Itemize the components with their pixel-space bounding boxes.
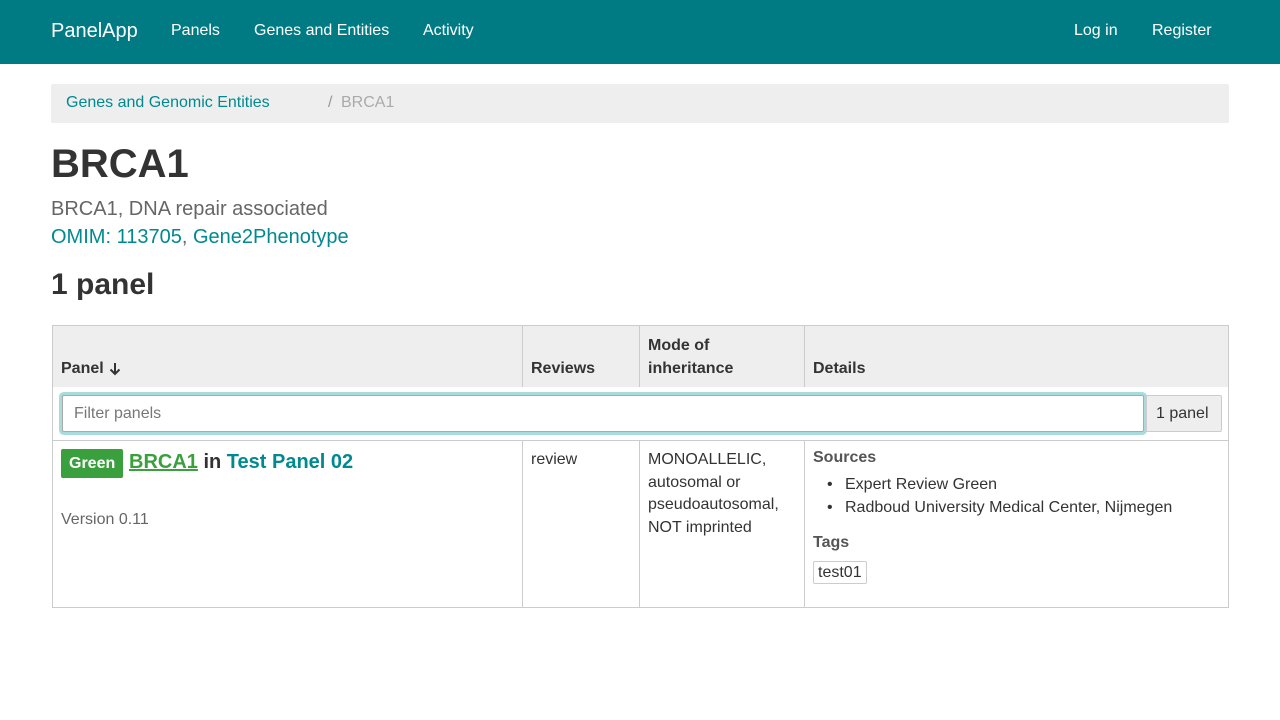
source-item: Radboud University Medical Center, Nijme… bbox=[813, 497, 1172, 520]
omim-label: OMIM bbox=[51, 226, 106, 248]
link-separator: , bbox=[181, 226, 193, 248]
gene-entry-link[interactable]: BRCA1 bbox=[129, 451, 198, 473]
mode-of-inheritance-text: MONOALLELIC, autosomal or pseudoautosoma… bbox=[648, 449, 798, 539]
register-link[interactable]: Register bbox=[1152, 22, 1212, 40]
rating-badge: Green bbox=[61, 449, 124, 478]
table-cell-details: Sources Expert Review Green Radboud Univ… bbox=[804, 440, 1229, 608]
panel-version: Version 0.11 bbox=[61, 511, 149, 528]
table-cell-panel: Green BRCA1 in Test Panel 02 Version 0.1… bbox=[52, 440, 523, 608]
table-cell-moi: MONOALLELIC, autosomal or pseudoautosoma… bbox=[639, 440, 805, 608]
panels-table: Panel Reviews Mode of inheritance Detail… bbox=[52, 325, 1229, 608]
breadcrumb-genes-link[interactable]: Genes and Genomic Entities bbox=[66, 94, 270, 112]
page-title: BRCA1 bbox=[51, 142, 189, 186]
sources-list: Expert Review Green Radboud University M… bbox=[813, 474, 1172, 519]
filter-panels-input[interactable] bbox=[62, 395, 1144, 432]
source-item: Expert Review Green bbox=[813, 474, 1172, 497]
nav-genes-entities-link[interactable]: Genes and Entities bbox=[254, 22, 389, 40]
header-details-label: Details bbox=[813, 360, 866, 377]
panel-entry-title: BRCA1 in Test Panel 02 bbox=[129, 451, 353, 474]
gene-external-links: OMIM: 113705, Gene2Phenotype bbox=[51, 226, 349, 249]
header-panel-label: Panel bbox=[61, 360, 104, 377]
tag-label[interactable]: test01 bbox=[813, 561, 867, 584]
review-status: review bbox=[531, 451, 578, 468]
omim-separator: : bbox=[105, 226, 117, 248]
tags-heading: Tags bbox=[813, 534, 850, 551]
breadcrumb-separator: / bbox=[328, 94, 333, 111]
breadcrumb-current: BRCA1 bbox=[341, 94, 395, 111]
nav-panels-link[interactable]: Panels bbox=[171, 22, 220, 40]
header-details: Details bbox=[804, 325, 1229, 388]
omim-id: 113705 bbox=[116, 226, 182, 248]
header-moi-line2: inheritance bbox=[648, 360, 734, 377]
moi-line: autosomal or bbox=[648, 473, 741, 491]
brand-logo-link[interactable]: PanelApp bbox=[51, 20, 138, 43]
header-reviews-label: Reviews bbox=[531, 360, 596, 377]
header-mode-of-inheritance: Mode of inheritance bbox=[639, 325, 805, 388]
moi-line: NOT imprinted bbox=[648, 518, 752, 536]
filter-count-addon: 1 panel bbox=[1146, 395, 1222, 432]
moi-line: MONOALLELIC, bbox=[648, 451, 767, 468]
in-text: in bbox=[197, 451, 227, 473]
panel-link[interactable]: Test Panel 02 bbox=[227, 451, 353, 473]
omim-link[interactable]: OMIM: 113705 bbox=[51, 226, 182, 248]
sort-arrow-down-icon[interactable] bbox=[109, 362, 121, 376]
top-navbar: PanelApp Panels Genes and Entities Activ… bbox=[0, 0, 1280, 64]
filter-row: 1 panel bbox=[52, 387, 1229, 441]
nav-activity-link[interactable]: Activity bbox=[423, 22, 474, 40]
sources-heading: Sources bbox=[813, 449, 877, 466]
table-cell-reviews: review bbox=[522, 440, 640, 608]
header-panel[interactable]: Panel bbox=[52, 325, 523, 388]
header-reviews: Reviews bbox=[522, 325, 640, 388]
header-moi-line1: Mode of bbox=[648, 337, 710, 354]
gene2phenotype-link[interactable]: Gene2Phenotype bbox=[193, 226, 349, 248]
login-link[interactable]: Log in bbox=[1074, 22, 1118, 40]
gene-full-name: BRCA1, DNA repair associated bbox=[51, 198, 328, 220]
breadcrumb: Genes and Genomic Entities / BRCA1 bbox=[51, 84, 1229, 123]
panels-count-heading: 1 panel bbox=[51, 268, 155, 301]
moi-line: pseudoautosomal, bbox=[648, 496, 779, 513]
